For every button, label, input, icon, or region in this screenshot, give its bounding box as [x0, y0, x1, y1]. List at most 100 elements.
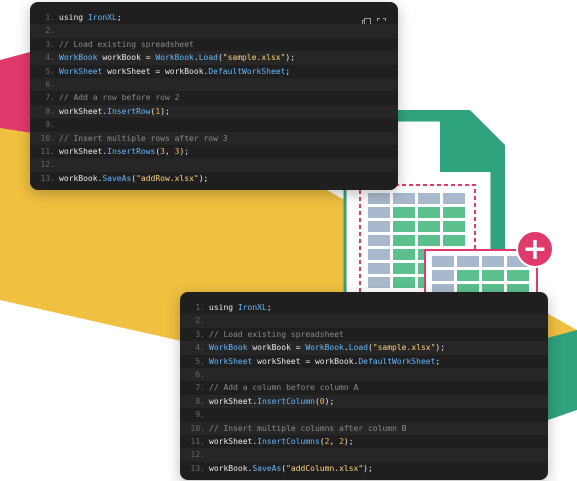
- line-number: 8.: [45, 106, 55, 116]
- sheet-cell: [457, 270, 479, 281]
- code-text: WorkSheet workSheet = workBook.DefaultWo…: [59, 65, 398, 78]
- sheet-cell: [432, 270, 454, 281]
- sheet-cell: [393, 193, 415, 204]
- sheet-cell: [418, 207, 440, 218]
- code-line: 2.: [30, 24, 398, 38]
- code-token: InsertRows: [107, 146, 156, 156]
- sheet-cell: [393, 277, 415, 288]
- code-token: // Insert multiple rows after row 3: [59, 133, 228, 143]
- line-number: 7.: [195, 383, 205, 393]
- code-token: ;: [435, 356, 441, 366]
- line-number: 3.: [45, 39, 55, 49]
- line-number: 6.: [195, 369, 205, 379]
- code-line: 6.: [30, 77, 398, 92]
- sheet-cell: [443, 235, 465, 246]
- code-text: WorkBook workBook = WorkBook.Load("sampl…: [59, 51, 398, 64]
- code-token: workSheet.: [59, 146, 108, 156]
- code-line: 5. WorkSheet workSheet = workBook.Default…: [180, 355, 548, 368]
- code-token: // Insert multiple columns after column …: [209, 423, 407, 433]
- code-token: IronXL: [87, 13, 117, 22]
- sheet-cell: [457, 256, 479, 267]
- code-token: SaveAs: [252, 463, 282, 473]
- code-token: );: [435, 343, 446, 353]
- line-number: 1.: [45, 13, 55, 22]
- sheet-cell: [368, 249, 390, 260]
- code-token: InsertColumns: [257, 436, 320, 446]
- sheet-cell: [393, 235, 415, 246]
- plus-icon: +: [516, 230, 554, 268]
- code-line: 4. WorkBook workBook = WorkBook.Load("sam…: [30, 51, 398, 65]
- sheet-cell: [432, 256, 454, 267]
- sheet-cell: [393, 263, 415, 274]
- code-text: workSheet.InsertColumns(2, 2);: [209, 435, 548, 448]
- code-line: 12.: [180, 448, 548, 462]
- code-token: // Load existing spreadsheet: [209, 329, 344, 339]
- code-token: workBook =: [247, 343, 306, 353]
- code-token: InsertRow: [107, 106, 151, 116]
- code-token: InsertColumn: [257, 396, 315, 406]
- code-token: workSheet = workBook.: [102, 66, 209, 76]
- line-number: 11.: [40, 146, 55, 156]
- code-line: 12.: [30, 158, 398, 172]
- line-number: 9.: [195, 410, 205, 420]
- line-number: 13.: [190, 463, 205, 473]
- code-token: workBook =: [97, 53, 156, 63]
- code-line: 7. // Add a column before column A: [180, 381, 548, 394]
- code-line: 13. workBook.SaveAs("addColumn.xlsx");: [180, 462, 548, 475]
- code-text: // Load existing spreadsheet: [59, 38, 398, 51]
- sheet-cell: [368, 193, 390, 204]
- line-number: 11.: [190, 436, 205, 446]
- line-number: 4.: [195, 343, 205, 353]
- code-lines: 1. using IronXL; 2. 3. // Load existing spre…: [180, 301, 548, 475]
- code-token: "addRow.xlsx": [136, 173, 199, 183]
- line-number: 4.: [45, 53, 55, 63]
- code-token: using: [59, 13, 88, 22]
- sheet-cell: [443, 221, 465, 232]
- sheet-cell: [443, 193, 465, 204]
- code-token: ,: [329, 436, 340, 446]
- code-lines: 1. using IronXL; 2. 3. // Load existing spre…: [30, 11, 398, 185]
- sheet-cell: [393, 207, 415, 218]
- code-token: ;: [266, 303, 272, 312]
- code-token: workSheet = workBook.: [252, 356, 359, 366]
- code-line: 3. // Load existing spreadsheet: [30, 38, 398, 51]
- sheet-cell: [443, 207, 465, 218]
- sheet-cell: [418, 221, 440, 232]
- code-token: );: [179, 146, 190, 156]
- code-line: 8. workSheet.InsertColumn(0);: [180, 394, 548, 409]
- code-text: // Insert multiple columns after column …: [209, 422, 548, 435]
- sheet-cell: [368, 207, 390, 218]
- code-line: 8. workSheet.InsertRow(1);: [30, 104, 398, 119]
- code-token: // Load existing spreadsheet: [59, 39, 194, 49]
- code-token: workSheet.: [209, 436, 258, 446]
- line-number: 6.: [45, 79, 55, 89]
- code-line: 1. using IronXL;: [180, 301, 548, 314]
- code-token: );: [343, 436, 354, 446]
- line-number: 2.: [195, 316, 205, 326]
- line-number: 12.: [40, 160, 55, 170]
- sheet-cell: [393, 221, 415, 232]
- code-token: WorkBook: [155, 53, 194, 63]
- code-text: // Add a column before column A: [209, 381, 548, 394]
- code-token: DefaultWorkSheet: [358, 356, 436, 366]
- code-token: Load: [198, 53, 218, 63]
- code-text: workSheet.InsertRow(1);: [59, 105, 398, 118]
- code-line: 13. workBook.SaveAs("addRow.xlsx");: [30, 172, 398, 185]
- sheet-cell: [368, 235, 390, 246]
- code-token: );: [160, 106, 170, 116]
- code-line: 10. // Insert multiple rows after row 3: [30, 131, 398, 145]
- code-text: WorkSheet workSheet = workBook.DefaultWo…: [209, 355, 548, 368]
- code-text: workSheet.InsertRows(3, 3);: [59, 145, 398, 158]
- code-token: "sample.xlsx": [222, 53, 286, 63]
- sheet-cell: [418, 193, 440, 204]
- code-token: );: [198, 173, 209, 183]
- code-token: WorkBook: [305, 343, 344, 353]
- code-token: workBook.: [209, 463, 253, 473]
